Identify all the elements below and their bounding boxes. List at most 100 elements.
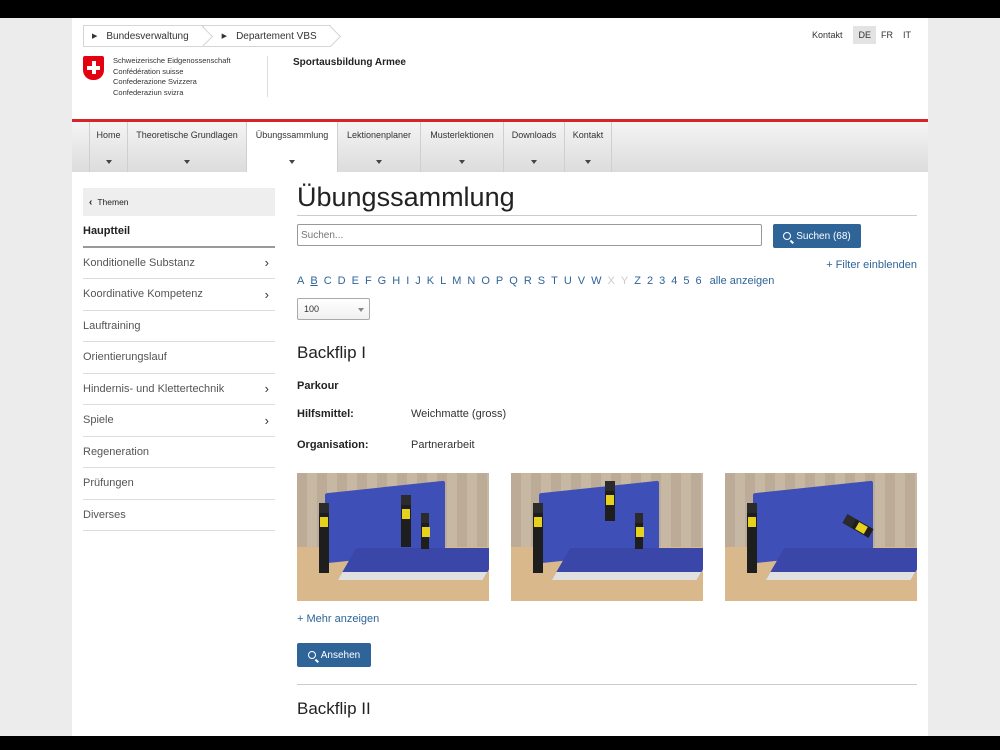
right-gutter	[928, 18, 1000, 736]
nav-label: Theoretische Grundlagen	[136, 130, 238, 140]
sidebar-item-spiele[interactable]: Spiele ›	[83, 405, 275, 437]
exercise-photo-2[interactable]	[511, 473, 703, 601]
chevron-right-icon: ›	[264, 381, 269, 397]
view-button[interactable]: Ansehen	[297, 643, 371, 667]
sidebar-item-label: Koordinative Kompetenz	[83, 288, 203, 301]
language-de[interactable]: DE	[853, 26, 876, 44]
exercise-photo-3[interactable]	[725, 473, 917, 601]
header-divider	[267, 56, 268, 97]
show-all-letters-link[interactable]: alle anzeigen	[710, 275, 775, 287]
aid-value: Weichmatte (gross)	[411, 408, 507, 420]
nav-label: Lektionenplaner	[346, 130, 412, 140]
sidebar-item-regeneration[interactable]: Regeneration	[83, 437, 275, 468]
alphabet-letter-h[interactable]: H	[392, 275, 400, 287]
alphabet-letter-2[interactable]: 2	[647, 275, 653, 287]
caret-down-icon	[289, 160, 295, 164]
alphabet-letter-q[interactable]: Q	[509, 275, 518, 287]
sidebar-item-diverses[interactable]: Diverses	[83, 500, 275, 531]
title-divider	[297, 215, 917, 216]
page-size-select[interactable]: 100	[297, 298, 370, 320]
chevron-right-icon: ›	[264, 412, 269, 428]
search-icon	[307, 651, 316, 659]
alphabet-letter-w[interactable]: W	[591, 275, 601, 287]
alphabet-letter-c[interactable]: C	[324, 275, 332, 287]
exercise-title[interactable]: Backflip II	[297, 699, 371, 719]
sidebar-item-hauptteil[interactable]: Hauptteil	[83, 216, 275, 248]
contact-link[interactable]: Kontakt	[812, 30, 843, 40]
breadcrumb-label: Departement VBS	[236, 30, 317, 42]
breadcrumb-item-vbs[interactable]: ▶ Departement VBS	[202, 25, 331, 47]
sidebar-item-label: Hindernis- und Klettertechnik	[83, 382, 225, 395]
alphabet-letter-z[interactable]: Z	[634, 275, 641, 287]
sidebar-item-orientierungslauf[interactable]: Orientierungslauf	[83, 342, 275, 374]
sidebar-item-lauftraining[interactable]: Lauftraining	[83, 311, 275, 342]
alphabet-letter-g[interactable]: G	[378, 275, 387, 287]
alphabet-letter-k[interactable]: K	[427, 275, 434, 287]
language-fr[interactable]: FR	[876, 26, 898, 44]
caret-down-icon	[459, 160, 465, 164]
confederation-name-it: Confederazione Svizzera	[113, 77, 197, 86]
alphabet-letter-b[interactable]: B	[310, 275, 317, 287]
nav-lektionenplaner[interactable]: Lektionenplaner	[337, 122, 420, 172]
sidebar-back-button[interactable]: ‹ Themen	[83, 188, 275, 216]
nav-theoretische-grundlagen[interactable]: Theoretische Grundlagen	[127, 122, 246, 172]
photo-crash-mat	[337, 548, 489, 580]
alphabet-letter-f[interactable]: F	[365, 275, 372, 287]
confederation-name-de: Schweizerische Eidgenossenschaft	[113, 56, 231, 65]
nav-label: Downloads	[511, 130, 557, 140]
exercise-photo-1[interactable]	[297, 473, 489, 601]
alphabet-letter-s[interactable]: S	[538, 275, 545, 287]
show-filter-link[interactable]: + Filter einblenden	[826, 259, 917, 271]
photo-person	[533, 503, 543, 573]
alphabet-letter-e[interactable]: E	[352, 275, 359, 287]
sidebar-item-konditionelle-substanz[interactable]: Konditionelle Substanz ›	[83, 248, 275, 279]
alphabet-letter-d[interactable]: D	[338, 275, 346, 287]
page: ▶ Bundesverwaltung ▶ Departement VBS Kon…	[72, 18, 928, 736]
alphabet-letter-v[interactable]: V	[578, 275, 585, 287]
triangle-right-icon: ▶	[221, 33, 228, 40]
nav-kontakt[interactable]: Kontakt	[564, 122, 612, 172]
breadcrumb: ▶ Bundesverwaltung ▶ Departement VBS	[83, 25, 331, 47]
chevron-right-icon: ›	[264, 255, 269, 271]
alphabet-letter-l[interactable]: L	[440, 275, 446, 287]
sidebar-item-koordinative-kompetenz[interactable]: Koordinative Kompetenz ›	[83, 279, 275, 311]
alphabet-letter-5[interactable]: 5	[683, 275, 689, 287]
exercise-title[interactable]: Backflip I	[297, 343, 366, 363]
photo-person	[421, 513, 430, 549]
nav-downloads[interactable]: Downloads	[503, 122, 564, 172]
alphabet-letter-6[interactable]: 6	[695, 275, 701, 287]
search-button[interactable]: Suchen (68)	[773, 224, 861, 248]
show-more-link[interactable]: + Mehr anzeigen	[297, 613, 379, 625]
exercise-category: Parkour	[297, 380, 339, 392]
triangle-right-icon: ▶	[92, 33, 98, 40]
breadcrumb-item-bundesverwaltung[interactable]: ▶ Bundesverwaltung	[83, 25, 203, 47]
alphabet-letter-o[interactable]: O	[481, 275, 490, 287]
alphabet-letter-t[interactable]: T	[551, 275, 558, 287]
alphabet-letter-j[interactable]: J	[415, 275, 421, 287]
nav-musterlektionen[interactable]: Musterlektionen	[420, 122, 503, 172]
caret-down-icon	[376, 160, 382, 164]
caret-down-icon	[585, 160, 591, 164]
alphabet-letter-m[interactable]: M	[452, 275, 461, 287]
alphabet-letter-p[interactable]: P	[496, 275, 503, 287]
left-gutter	[0, 18, 72, 736]
sidebar-item-label: Prüfungen	[83, 477, 134, 490]
nav-uebungssammlung[interactable]: Übungssammlung	[246, 122, 337, 172]
alphabet-letter-a[interactable]: A	[297, 275, 304, 287]
nav-home[interactable]: Home	[89, 122, 127, 172]
alphabet-letter-3[interactable]: 3	[659, 275, 665, 287]
alphabet-letter-u[interactable]: U	[564, 275, 572, 287]
sidebar-item-hindernis-klettertechnik[interactable]: Hindernis- und Klettertechnik ›	[83, 374, 275, 405]
alphabet-letter-r[interactable]: R	[524, 275, 532, 287]
nav-label: Musterlektionen	[430, 130, 494, 140]
alphabet-letter-i[interactable]: I	[406, 275, 409, 287]
alphabet-letter-n[interactable]: N	[467, 275, 475, 287]
language-it[interactable]: IT	[898, 26, 916, 44]
nav-label: Kontakt	[572, 130, 604, 140]
confederation-logo[interactable]: Schweizerische Eidgenossenschaft Confédé…	[83, 56, 231, 98]
alphabet-letter-4[interactable]: 4	[671, 275, 677, 287]
search-input[interactable]	[297, 224, 762, 246]
photo-person	[401, 495, 411, 547]
sidebar-item-pruefungen[interactable]: Prüfungen	[83, 468, 275, 500]
site-title[interactable]: Sportausbildung Armee	[293, 57, 406, 68]
